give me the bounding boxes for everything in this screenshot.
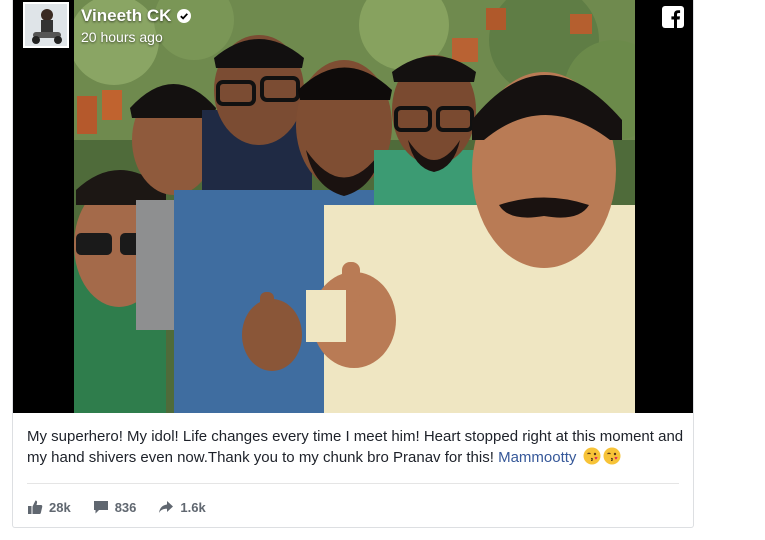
- post-media[interactable]: Vineeth CK 20 hours ago: [13, 0, 693, 413]
- post-timestamp[interactable]: 20 hours ago: [81, 29, 191, 45]
- verified-badge-icon: [177, 9, 192, 23]
- facebook-logo-icon[interactable]: [662, 6, 684, 28]
- comment-icon: [93, 501, 108, 514]
- kissing-face-emoji: [603, 447, 621, 465]
- share-arrow-icon: [159, 501, 174, 513]
- post-photo[interactable]: [74, 0, 635, 413]
- author-avatar[interactable]: [23, 2, 69, 48]
- comment-count: 836: [114, 499, 137, 515]
- engagement-bar: 28k 836 1.6k: [27, 496, 228, 518]
- avatar-image: [25, 4, 67, 46]
- share-button[interactable]: 1.6k: [158, 499, 206, 515]
- post-header: Vineeth CK 20 hours ago: [23, 2, 192, 52]
- like-button[interactable]: 28k: [27, 499, 71, 515]
- kissing-face-emoji: [583, 447, 601, 465]
- post-caption: My superhero! My idol! Life changes ever…: [27, 426, 687, 468]
- thumbs-up-icon: [28, 500, 43, 514]
- author-row: Vineeth CK: [81, 6, 192, 26]
- author-name[interactable]: Vineeth CK: [81, 6, 171, 26]
- stats-divider: [27, 483, 679, 484]
- mention-link[interactable]: Mammootty: [498, 449, 576, 466]
- comment-button[interactable]: 836: [93, 499, 137, 515]
- like-count: 28k: [49, 499, 71, 515]
- facebook-post-card: Vineeth CK 20 hours ago My superhero! My…: [12, 0, 694, 528]
- share-count: 1.6k: [180, 499, 206, 515]
- group-selfie-image: [74, 0, 635, 413]
- post-meta: Vineeth CK 20 hours ago: [81, 6, 192, 45]
